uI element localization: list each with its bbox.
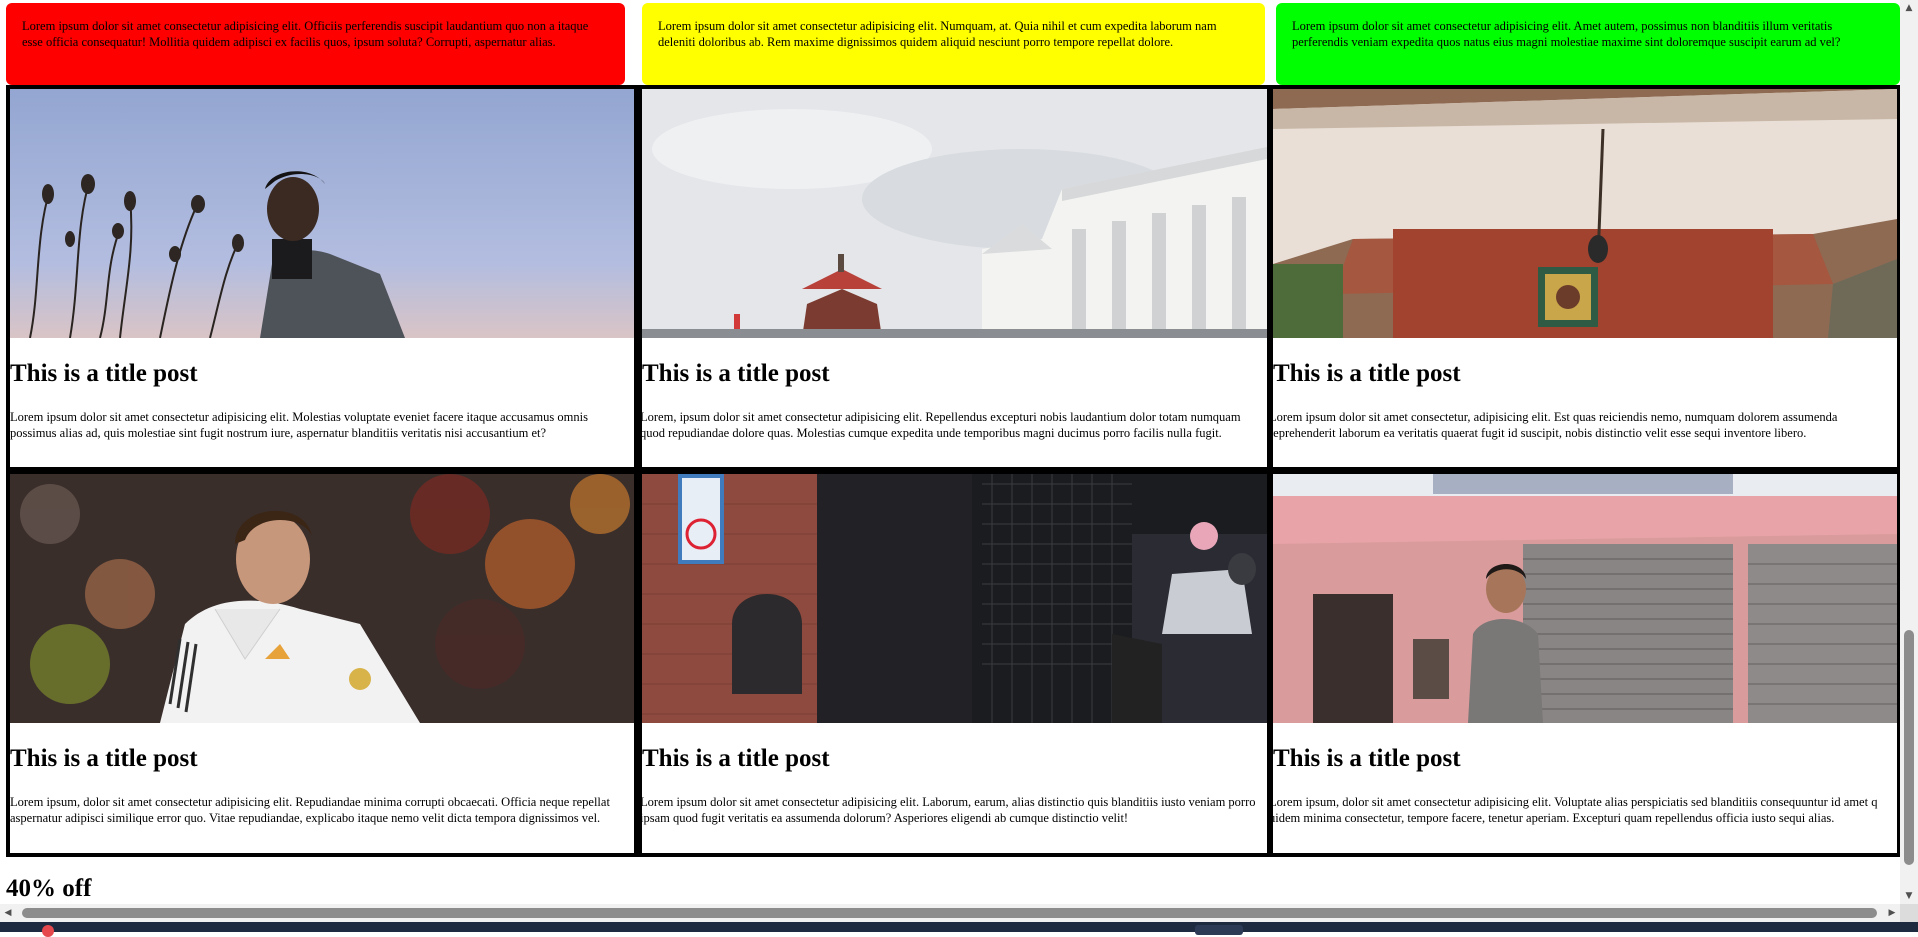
post-body: Lorem ipsum, dolor sit amet consectetur … <box>1273 795 1878 825</box>
post-image-man-silhouette <box>10 89 634 338</box>
post-image-white-palace <box>642 89 1267 338</box>
post-card: This is a title post Lorem, ipsum dolor … <box>642 89 1267 467</box>
post-image-carved-doorway <box>642 474 1267 723</box>
notice-box-yellow: Lorem ipsum dolor sit amet consectetur a… <box>642 3 1265 85</box>
post-image-temple-porch <box>1273 89 1897 338</box>
post-title: This is a title post <box>1273 360 1461 387</box>
notice-box-green: Lorem ipsum dolor sit amet consectetur a… <box>1276 3 1900 85</box>
notice-row: Lorem ipsum dolor sit amet consectetur a… <box>6 3 1900 85</box>
taskbar-app-icon[interactable] <box>42 925 54 937</box>
vertical-scroll-thumb[interactable] <box>1904 630 1914 865</box>
post-grid: This is a title post Lorem ipsum dolor s… <box>6 85 1900 857</box>
post-body: Lorem ipsum dolor sit amet consectetur, … <box>1273 410 1838 440</box>
post-title: This is a title post <box>1273 745 1461 772</box>
page-viewport: Lorem ipsum dolor sit amet consectetur a… <box>0 0 1900 904</box>
post-card: This is a title post Lorem ipsum dolor s… <box>10 89 634 467</box>
post-card: This is a title post Lorem ipsum, dolor … <box>10 474 634 853</box>
post-title: This is a title post <box>10 745 198 772</box>
horizontal-scrollbar[interactable]: ◀ ▶ <box>0 904 1900 922</box>
post-title: This is a title post <box>642 360 830 387</box>
offer-heading: 40% off <box>6 875 92 902</box>
post-card: This is a title post Lorem ipsum, dolor … <box>1273 474 1897 853</box>
vertical-scrollbar[interactable]: ▲ ▼ <box>1900 0 1918 904</box>
scroll-right-arrow-icon[interactable]: ▶ <box>1884 904 1900 922</box>
post-body: Lorem ipsum dolor sit amet consectetur a… <box>10 410 588 440</box>
horizontal-scroll-thumb[interactable] <box>22 908 1877 918</box>
scroll-down-arrow-icon[interactable]: ▼ <box>1900 888 1918 904</box>
post-title: This is a title post <box>642 745 830 772</box>
post-title: This is a title post <box>10 360 198 387</box>
post-card: This is a title post Lorem ipsum dolor s… <box>642 474 1267 853</box>
post-body: Lorem ipsum, dolor sit amet consectetur … <box>10 795 610 825</box>
taskbar-app-tile[interactable] <box>1195 925 1243 935</box>
scroll-left-arrow-icon[interactable]: ◀ <box>0 904 16 922</box>
scroll-up-arrow-icon[interactable]: ▲ <box>1900 0 1918 16</box>
taskbar <box>0 922 1918 937</box>
post-image-footballer <box>10 474 634 723</box>
scrollbar-corner <box>1900 904 1918 922</box>
post-body: Lorem, ipsum dolor sit amet consectetur … <box>642 410 1241 440</box>
notice-box-red: Lorem ipsum dolor sit amet consectetur a… <box>6 3 625 85</box>
post-body: Lorem ipsum dolor sit amet consectetur a… <box>642 795 1256 825</box>
post-image-man-storefront <box>1273 474 1897 723</box>
post-card: This is a title post Lorem ipsum dolor s… <box>1273 89 1897 467</box>
